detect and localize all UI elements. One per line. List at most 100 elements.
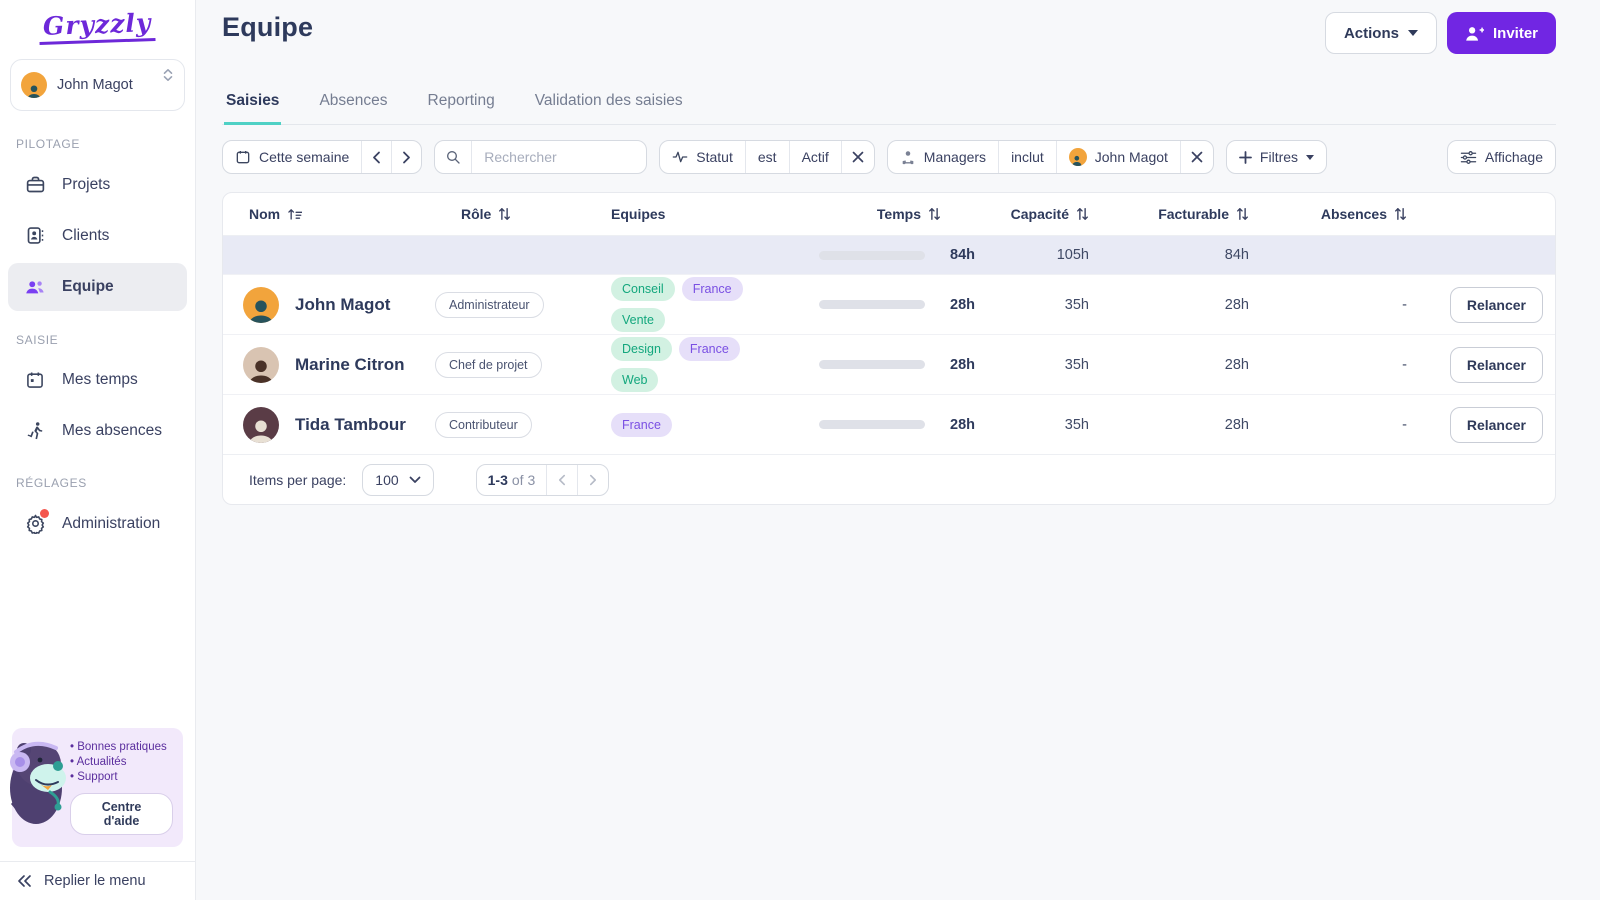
filter-field[interactable]: Statut <box>660 141 745 173</box>
sidebar-item-administration[interactable]: Administration <box>8 500 187 547</box>
sidebar-item-label: Clients <box>62 227 109 245</box>
member-name: Marine Citron <box>295 355 405 375</box>
section-label-pilotage: PILOTAGE <box>0 117 195 159</box>
close-icon[interactable] <box>1180 141 1213 173</box>
help-links: Bonnes pratiques Actualités Support <box>70 741 173 783</box>
tab-saisies[interactable]: Saisies <box>224 84 281 125</box>
table-row: Tida Tambour Contributeur France 28h 35h… <box>223 394 1555 454</box>
member-name-cell[interactable]: Tida Tambour <box>223 407 435 443</box>
member-name-cell[interactable]: John Magot <box>223 287 435 323</box>
help-link-actualites[interactable]: Actualités <box>70 756 173 768</box>
chevron-down-icon <box>409 476 421 484</box>
sidebar-item-mes-absences[interactable]: Mes absences <box>8 407 187 454</box>
progress-bar <box>819 300 925 309</box>
pagination-next-button[interactable] <box>577 465 608 495</box>
period-next-button[interactable] <box>391 141 421 173</box>
help-link-support[interactable]: Support <box>70 771 173 783</box>
column-header-absences[interactable]: Absences <box>1283 206 1441 222</box>
brand-logo-text: Gryzzly <box>39 8 157 45</box>
sidebar-item-equipe[interactable]: Equipe <box>8 263 187 311</box>
pagination-control: 1-3 of 3 <box>476 464 610 496</box>
sort-icon <box>928 207 941 221</box>
filter-value[interactable]: Actif <box>789 141 841 173</box>
actions-dropdown-button[interactable]: Actions <box>1325 12 1437 54</box>
items-per-page-select[interactable]: 100 <box>362 464 433 496</box>
filter-value[interactable]: John Magot <box>1056 141 1180 173</box>
period-button[interactable]: Cette semaine <box>223 141 361 173</box>
help-center-button[interactable]: Centre d'aide <box>70 793 173 835</box>
relancer-button[interactable]: Relancer <box>1450 407 1543 443</box>
column-header-equipes[interactable]: Equipes <box>585 206 793 222</box>
capacite-value: 35h <box>975 417 1123 433</box>
filter-operator[interactable]: inclut <box>998 141 1056 173</box>
member-name-cell[interactable]: Marine Citron <box>223 347 435 383</box>
team-icon <box>24 276 46 298</box>
capacite-value: 35h <box>975 357 1123 373</box>
table-header-row: Nom Rôle Equipes Temps Ca <box>223 193 1555 236</box>
team-tag: France <box>682 277 743 301</box>
main-content: Equipe Actions Inviter Saisies Absences … <box>196 0 1600 900</box>
chevron-updown-icon <box>162 68 174 82</box>
column-header-nom[interactable]: Nom <box>223 206 435 222</box>
filter-operator[interactable]: est <box>745 141 789 173</box>
search-input[interactable] <box>484 149 634 165</box>
temps-value: 28h <box>939 417 975 433</box>
double-chevron-left-icon <box>16 874 32 888</box>
workspace-user-switcher[interactable]: John Magot <box>10 59 185 111</box>
relancer-button[interactable]: Relancer <box>1450 287 1543 323</box>
page-title: Equipe <box>222 12 313 43</box>
absences-value: - <box>1283 417 1441 433</box>
total-facturable: 84h <box>1123 247 1283 263</box>
role-pill: Chef de projet <box>435 352 542 378</box>
pagination-prev-button[interactable] <box>546 465 577 495</box>
team-tags: ConseilFranceVente <box>585 277 793 332</box>
member-name: Tida Tambour <box>295 415 406 435</box>
team-tag: Web <box>611 368 658 392</box>
sidebar-item-label: Equipe <box>62 278 114 296</box>
facturable-value: 28h <box>1123 357 1283 373</box>
caret-down-icon <box>1306 155 1314 160</box>
sort-asc-icon <box>287 207 302 221</box>
column-header-temps[interactable]: Temps <box>793 206 975 222</box>
sidebar-item-mes-temps[interactable]: Mes temps <box>8 357 187 403</box>
team-tag: France <box>679 337 740 361</box>
total-progress-bar <box>819 251 925 260</box>
display-settings-button[interactable]: Affichage <box>1447 140 1556 174</box>
help-card: Bonnes pratiques Actualités Support Cent… <box>12 728 183 847</box>
role-pill: Administrateur <box>435 292 544 318</box>
activity-icon <box>672 150 688 164</box>
add-filter-button[interactable]: Filtres <box>1226 140 1327 174</box>
tab-validation-des-saisies[interactable]: Validation des saisies <box>533 84 685 124</box>
table-footer: Items per page: 100 1-3 of 3 <box>223 454 1555 504</box>
tab-bar: Saisies Absences Reporting Validation de… <box>222 84 1556 125</box>
section-label-reglages: RÉGLAGES <box>0 456 195 498</box>
tab-absences[interactable]: Absences <box>317 84 389 124</box>
pagination-range: 1-3 <box>488 472 508 488</box>
sidebar-item-label: Projets <box>62 176 110 194</box>
sidebar-item-clients[interactable]: Clients <box>8 212 187 259</box>
collapse-menu-button[interactable]: Replier le menu <box>0 861 195 900</box>
sidebar-item-label: Mes temps <box>62 371 138 389</box>
sidebar-item-label: Administration <box>62 515 160 533</box>
member-avatar <box>243 287 279 323</box>
column-header-capacite[interactable]: Capacité <box>975 206 1123 222</box>
column-header-facturable[interactable]: Facturable <box>1123 206 1283 222</box>
help-link-bonnes-pratiques[interactable]: Bonnes pratiques <box>70 741 173 753</box>
user-plus-icon <box>1465 25 1484 42</box>
invite-button[interactable]: Inviter <box>1447 12 1556 54</box>
temps-value: 28h <box>939 297 975 313</box>
temps-value: 28h <box>939 357 975 373</box>
column-header-role[interactable]: Rôle <box>435 206 585 222</box>
period-prev-button[interactable] <box>361 141 391 173</box>
sort-icon <box>1076 207 1089 221</box>
filter-field[interactable]: Managers <box>888 141 998 173</box>
search-box <box>434 140 647 174</box>
close-icon[interactable] <box>841 141 874 173</box>
sidebar-item-projets[interactable]: Projets <box>8 161 187 208</box>
member-name: John Magot <box>295 295 390 315</box>
section-label-saisie: SAISIE <box>0 313 195 355</box>
tab-reporting[interactable]: Reporting <box>426 84 497 124</box>
briefcase-icon <box>24 174 46 195</box>
relancer-button[interactable]: Relancer <box>1450 347 1543 383</box>
absences-value: - <box>1283 297 1441 313</box>
